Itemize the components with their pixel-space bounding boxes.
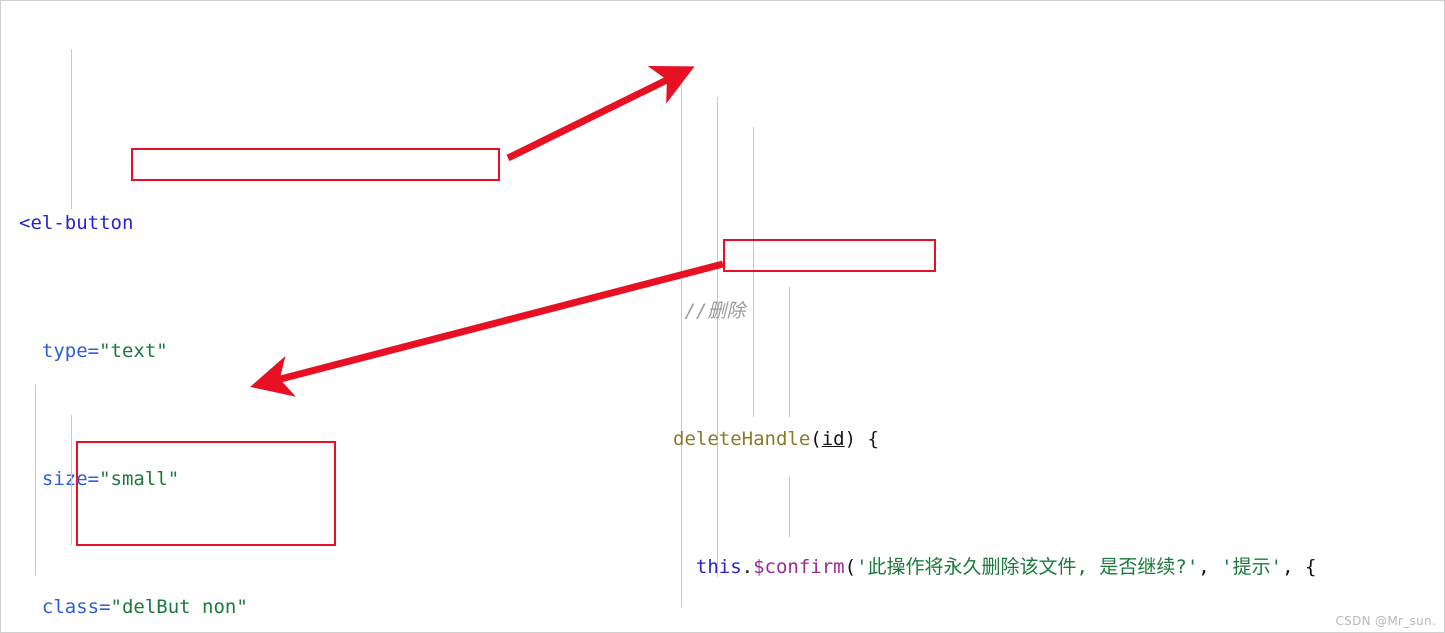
token-confirm-title: '提示' bbox=[1221, 556, 1283, 578]
token-val-type: "text" bbox=[99, 340, 168, 362]
code-line: this.$confirm('此操作将永久删除该文件, 是否继续?', '提示'… bbox=[673, 551, 1317, 583]
indent-guide bbox=[35, 385, 36, 575]
token-val-size: "small" bbox=[99, 468, 180, 490]
code-line: type="text" bbox=[19, 335, 454, 367]
token-brace-open: { bbox=[1304, 556, 1317, 578]
indent-guide bbox=[789, 477, 790, 537]
csdn-watermark: CSDN @Mr_sun. bbox=[1335, 614, 1436, 628]
token-comment-delete: //删除 bbox=[684, 300, 746, 322]
token-comma: , bbox=[1198, 556, 1222, 578]
token-attr-class: class= bbox=[41, 596, 111, 618]
indent-guide bbox=[753, 127, 754, 417]
code-screenshot: <el-button type="text" size="small" clas… bbox=[0, 0, 1445, 633]
code-line: size="small" bbox=[19, 463, 454, 495]
left-code-pane: <el-button type="text" size="small" clas… bbox=[19, 15, 454, 632]
token-rest: ) { bbox=[844, 428, 879, 450]
code-line: deleteHandle(id) { bbox=[673, 423, 1316, 455]
token-confirm-message: '此操作将永久删除该文件, 是否继续?' bbox=[856, 556, 1199, 578]
token-param-id: id bbox=[821, 428, 845, 450]
token-paren-open: ( bbox=[810, 428, 822, 450]
right-code-pane: //删除 deleteHandle(id) { this.$confirm('此… bbox=[673, 7, 1317, 632]
code-line: class="delBut non" bbox=[19, 591, 454, 623]
indent-guide bbox=[717, 97, 718, 577]
indent-guide bbox=[71, 49, 72, 209]
token-comma: , bbox=[1282, 556, 1305, 578]
code-line: <el-button bbox=[19, 207, 454, 239]
token-attr-type: type= bbox=[41, 340, 100, 362]
token-dot: . bbox=[741, 556, 754, 578]
indent-guide bbox=[681, 67, 682, 607]
code-line-comment: //删除 bbox=[673, 295, 1316, 327]
token-paren-open: ( bbox=[844, 556, 857, 578]
arrow-click-to-deletehandle bbox=[506, 66, 695, 162]
indent-guide bbox=[71, 415, 72, 545]
token-kw-this: this bbox=[695, 556, 742, 578]
token-fn-confirm: $confirm bbox=[753, 556, 845, 578]
token-val-class: "delBut non" bbox=[110, 596, 248, 618]
token-tag-open: <el-button bbox=[19, 212, 134, 234]
token-fn-deletehandle-def: deleteHandle bbox=[673, 428, 811, 450]
